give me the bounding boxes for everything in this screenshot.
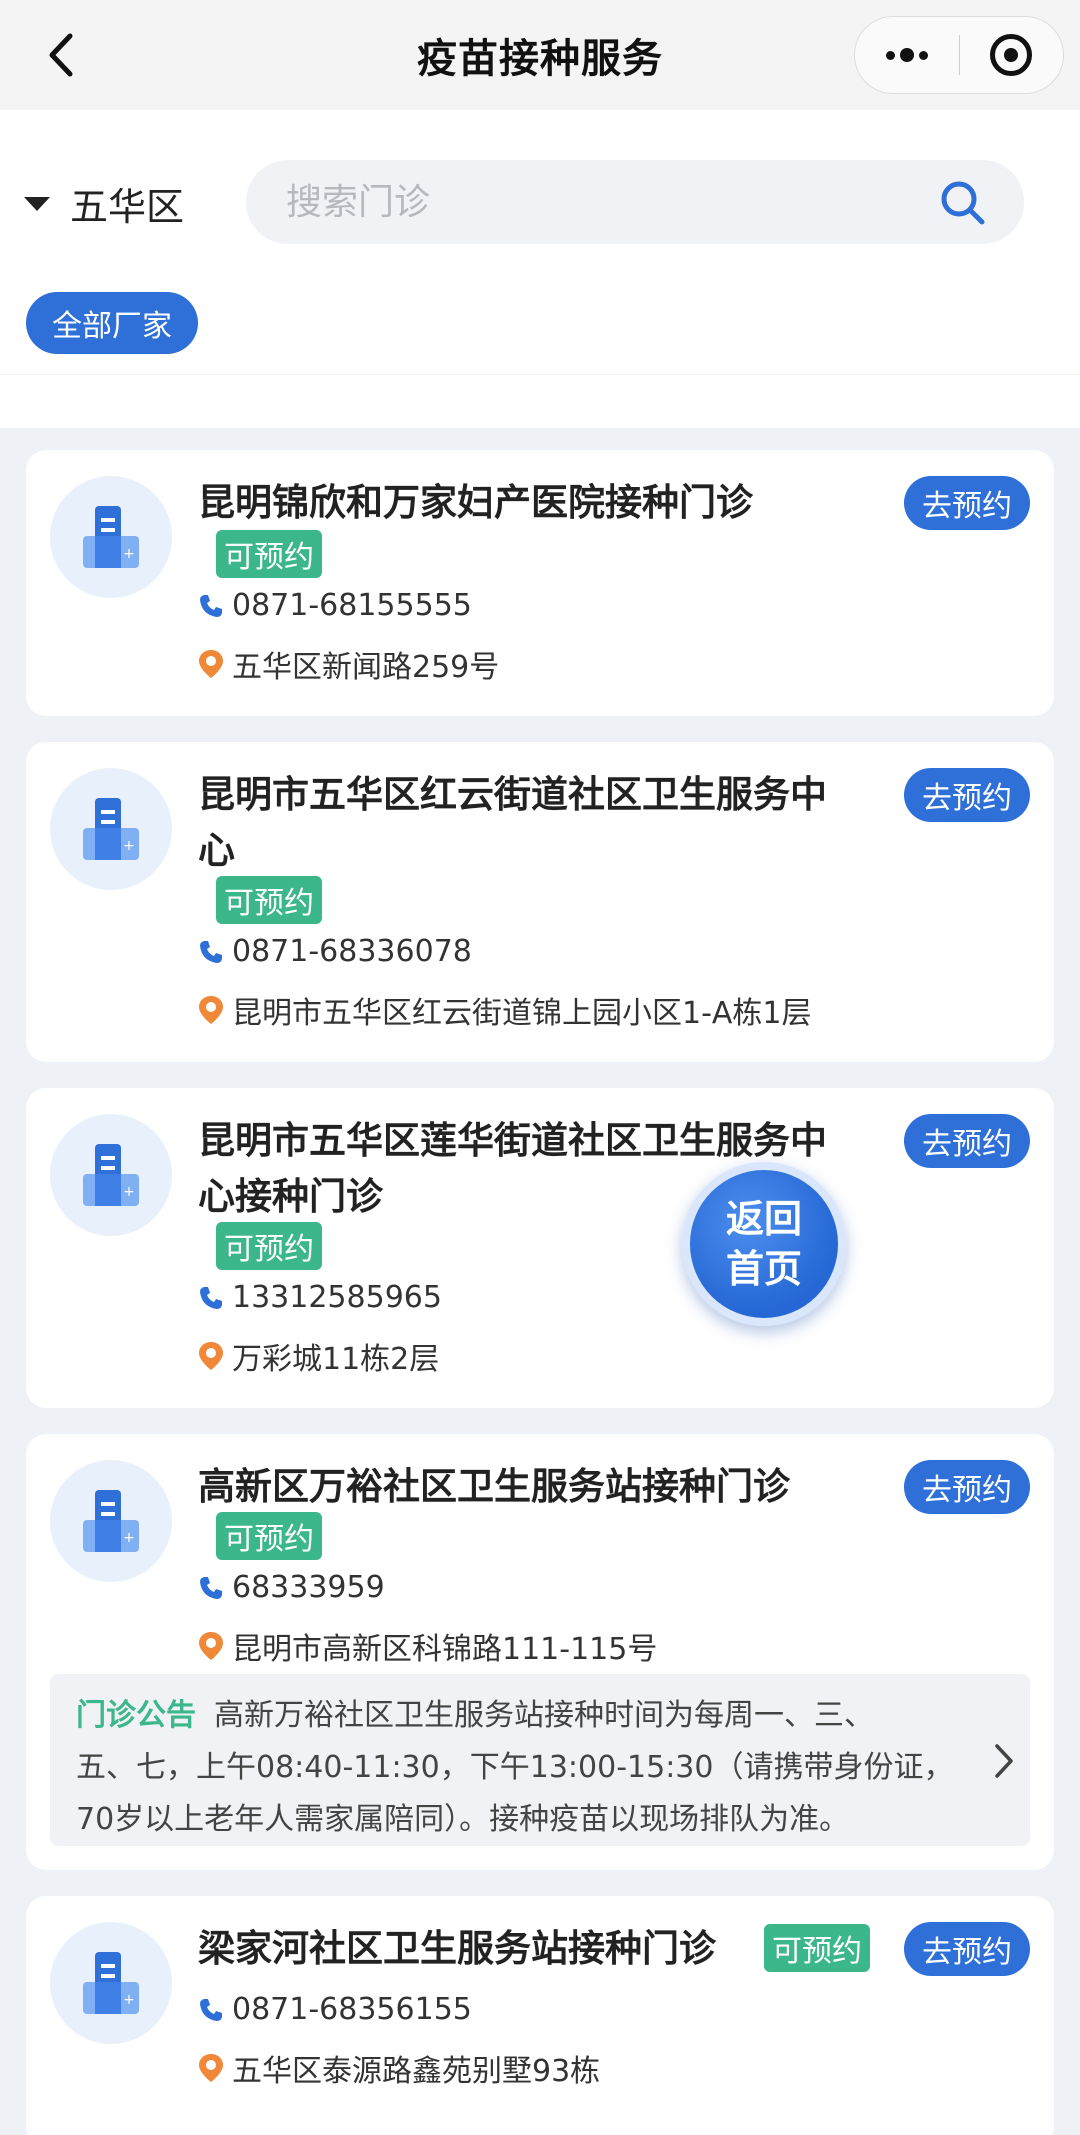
address-row[interactable]: 昆明市高新区科锦路111-115号 — [198, 1624, 657, 1668]
chevron-left-icon — [49, 33, 73, 77]
address-text: 万彩城11栋2层 — [232, 1342, 440, 1377]
close-program-button[interactable] — [960, 17, 1064, 93]
nav-bar: 疫苗接种服务 — [0, 0, 1080, 110]
phone-number: 68333959 — [232, 1570, 385, 1605]
district-selector[interactable]: 五华区 — [24, 176, 184, 231]
back-home-label-line1: 返回 — [725, 1197, 802, 1241]
svg-text:+: + — [123, 1530, 135, 1546]
filter-panel: 五华区 全部厂家 — [0, 110, 1080, 428]
caret-down-icon — [24, 196, 50, 211]
phone-icon — [200, 1576, 222, 1599]
address-row[interactable]: 五华区新闻路259号 — [198, 642, 499, 686]
clinic-name: 梁家河社区卫生服务站接种门诊 — [198, 1927, 716, 1970]
district-label: 五华区 — [70, 185, 185, 229]
clinic-name-line2: 心接种门诊 — [198, 1175, 383, 1218]
clinic-card[interactable]: + 昆明市五华区红云街道社区卫生服务中 心 可预约 去预约 0871-68336… — [26, 742, 1054, 1062]
status-badge: 可预约 — [216, 876, 322, 924]
notice-line: 门诊公告 高新万裕社区卫生服务站接种时间为每周一、三、 — [76, 1690, 960, 1742]
phone-icon — [200, 1286, 222, 1309]
notice-label: 门诊公告 — [76, 1698, 196, 1733]
phone-number: 0871-68336078 — [232, 934, 472, 969]
more-dots-icon — [885, 48, 928, 62]
book-button[interactable]: 去预约 — [904, 768, 1030, 822]
phone-icon — [200, 594, 222, 617]
address-text: 五华区泰源路鑫苑别墅93栋 — [232, 2054, 601, 2089]
hospital-building-icon: + — [50, 1922, 172, 2044]
status-badge: 可预约 — [216, 1222, 322, 1270]
hospital-building-icon: + — [50, 1114, 172, 1236]
phone-number: 0871-68155555 — [232, 588, 472, 623]
location-pin-icon — [199, 1342, 223, 1370]
address-row[interactable]: 万彩城11栋2层 — [198, 1334, 439, 1378]
location-pin-icon — [199, 2054, 223, 2082]
address-text: 昆明市高新区科锦路111-115号 — [232, 1632, 658, 1667]
clinic-name-line2: 心 — [198, 829, 235, 872]
phone-row[interactable]: 0871-68336078 — [198, 934, 472, 969]
phone-row[interactable]: 68333959 — [198, 1570, 385, 1605]
svg-text:+: + — [123, 546, 135, 562]
address-text: 昆明市五华区红云街道锦上园小区1-A栋1层 — [232, 996, 812, 1031]
hospital-building-icon: + — [50, 1460, 172, 1582]
vendor-filter-chip[interactable]: 全部厂家 — [26, 292, 198, 354]
clinic-card[interactable]: + 高新区万裕社区卫生服务站接种门诊 可预约 去预约 68333959 昆明市高… — [26, 1434, 1054, 1870]
phone-row[interactable]: 0871-68356155 — [198, 1992, 472, 2027]
book-button[interactable]: 去预约 — [904, 476, 1030, 530]
clinic-name: 昆明锦欣和万家妇产医院接种门诊 — [198, 481, 753, 524]
location-pin-icon — [199, 650, 223, 678]
hospital-building-icon: + — [50, 768, 172, 890]
address-row[interactable]: 五华区泰源路鑫苑别墅93栋 — [198, 2046, 600, 2090]
location-pin-icon — [199, 1632, 223, 1660]
svg-text:+: + — [123, 838, 135, 854]
back-home-label-line2: 首页 — [725, 1247, 802, 1291]
more-button[interactable] — [855, 17, 959, 93]
chevron-right-icon — [995, 1744, 1013, 1778]
status-badge: 可预约 — [216, 1512, 322, 1560]
notice-text: 五、七，上午08:40-11:30，下午13:00-15:30（请携带身份证， — [76, 1750, 954, 1785]
search-icon[interactable] — [938, 178, 988, 228]
clinic-name-line1: 昆明市五华区红云街道社区卫生服务中 — [198, 773, 827, 816]
target-circle-icon — [990, 34, 1033, 76]
back-button[interactable] — [36, 30, 86, 80]
clinic-notice[interactable]: 门诊公告 高新万裕社区卫生服务站接种时间为每周一、三、 五、七，上午08:40-1… — [50, 1674, 1030, 1846]
phone-icon — [200, 940, 222, 963]
clinic-name-line1: 昆明市五华区莲华街道社区卫生服务中 — [198, 1119, 827, 1162]
svg-text:+: + — [123, 1184, 135, 1200]
search-input[interactable] — [286, 181, 886, 223]
phone-icon — [200, 1998, 222, 2021]
clinic-card[interactable]: + 昆明锦欣和万家妇产医院接种门诊 可预约 去预约 0871-68155555 … — [26, 450, 1054, 716]
address-row[interactable]: 昆明市五华区红云街道锦上园小区1-A栋1层 — [198, 988, 812, 1032]
phone-row[interactable]: 0871-68155555 — [198, 588, 472, 623]
search-bar[interactable] — [246, 160, 1024, 244]
clinic-name: 高新区万裕社区卫生服务站接种门诊 — [198, 1465, 790, 1508]
status-badge: 可预约 — [216, 530, 322, 578]
clinic-card[interactable]: + 昆明市五华区莲华街道社区卫生服务中 心接种门诊 可预约 去预约 133125… — [26, 1088, 1054, 1408]
page-title: 疫苗接种服务 — [417, 36, 663, 82]
address-text: 五华区新闻路259号 — [232, 650, 500, 685]
phone-number: 13312585965 — [232, 1280, 442, 1315]
back-home-button[interactable]: 返回 首页 — [682, 1162, 846, 1326]
status-badge: 可预约 — [764, 1924, 870, 1972]
divider — [0, 374, 1080, 375]
svg-text:+: + — [123, 1992, 135, 2008]
book-button[interactable]: 去预约 — [904, 1922, 1030, 1976]
clinic-card[interactable]: + 梁家河社区卫生服务站接种门诊 可预约 去预约 0871-68356155 五… — [26, 1896, 1054, 2135]
hospital-building-icon: + — [50, 476, 172, 598]
phone-row[interactable]: 13312585965 — [198, 1280, 442, 1315]
book-button[interactable]: 去预约 — [904, 1114, 1030, 1168]
location-pin-icon — [199, 996, 223, 1024]
phone-number: 0871-68356155 — [232, 1992, 472, 2027]
book-button[interactable]: 去预约 — [904, 1460, 1030, 1514]
notice-text: 高新万裕社区卫生服务站接种时间为每周一、三、 — [214, 1698, 874, 1733]
mini-program-capsule — [854, 16, 1064, 94]
notice-text: 70岁以上老年人需家属陪同）。接种疫苗以现场排队为准。 — [76, 1802, 850, 1837]
